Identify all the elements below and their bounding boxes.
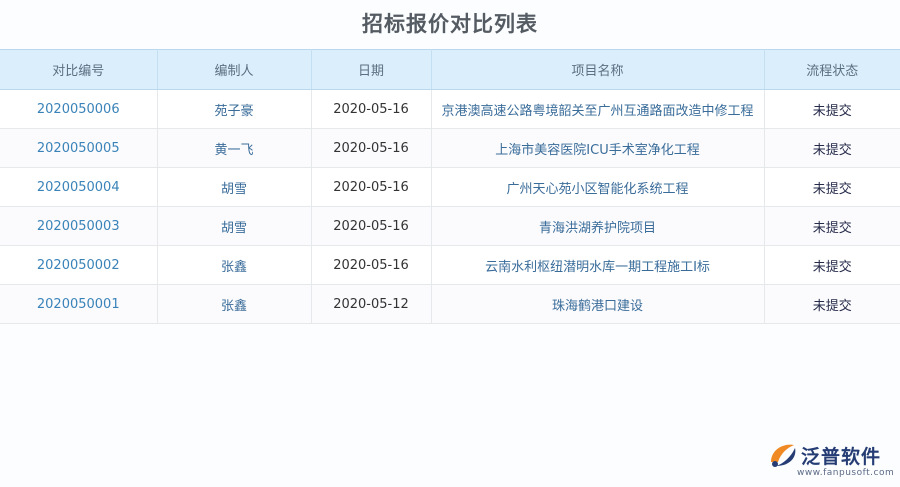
cell-date: 2020-05-16	[311, 128, 432, 168]
cell-project: 云南水利枢纽潜明水库一期工程施工I标	[431, 245, 765, 285]
column-header-status[interactable]: 流程状态	[764, 49, 900, 90]
cell-date: 2020-05-16	[311, 89, 432, 129]
cell-status: 未提交	[764, 89, 900, 129]
table-row[interactable]: 2020050006 苑子豪 2020-05-16 京港澳高速公路粤境韶关至广州…	[0, 89, 900, 129]
cell-project: 青海洪湖养护院项目	[431, 206, 765, 246]
cell-status: 未提交	[764, 206, 900, 246]
column-header-project[interactable]: 项目名称	[431, 49, 765, 90]
column-header-date[interactable]: 日期	[311, 49, 432, 90]
cell-person: 黄一飞	[157, 128, 312, 168]
cell-status: 未提交	[764, 167, 900, 207]
table-row[interactable]: 2020050003 胡雪 2020-05-16 青海洪湖养护院项目 未提交	[0, 206, 900, 246]
cell-date: 2020-05-16	[311, 245, 432, 285]
cell-project: 上海市美容医院ICU手术室净化工程	[431, 128, 765, 168]
cell-date: 2020-05-12	[311, 284, 432, 324]
cell-person: 张鑫	[157, 245, 312, 285]
cell-project: 珠海鹤港口建设	[431, 284, 765, 324]
cell-person: 张鑫	[157, 284, 312, 324]
cell-person: 胡雪	[157, 167, 312, 207]
table-header-row: 对比编号 编制人 日期 项目名称 流程状态	[0, 49, 900, 90]
cell-date: 2020-05-16	[311, 167, 432, 207]
brand-watermark: 泛普软件 www.fanpusoft.com	[767, 438, 895, 482]
brand-logo-icon	[771, 444, 796, 467]
cell-person: 胡雪	[157, 206, 312, 246]
cell-code[interactable]: 2020050006	[0, 89, 158, 129]
comparison-table: 对比编号 编制人 日期 项目名称 流程状态 2020050006 苑子豪 202…	[0, 49, 900, 324]
brand-name: 泛普软件	[801, 446, 882, 468]
cell-code[interactable]: 2020050005	[0, 128, 158, 168]
cell-status: 未提交	[764, 128, 900, 168]
cell-project: 京港澳高速公路粤境韶关至广州互通路面改造中修工程	[431, 89, 765, 129]
cell-date: 2020-05-16	[311, 206, 432, 246]
table-row[interactable]: 2020050001 张鑫 2020-05-12 珠海鹤港口建设 未提交	[0, 284, 900, 324]
cell-code[interactable]: 2020050002	[0, 245, 158, 285]
page-title: 招标报价对比列表	[362, 12, 538, 36]
table-row[interactable]: 2020050004 胡雪 2020-05-16 广州天心苑小区智能化系统工程 …	[0, 167, 900, 207]
cell-code[interactable]: 2020050004	[0, 167, 158, 207]
column-header-code[interactable]: 对比编号	[0, 49, 158, 90]
cell-code[interactable]: 2020050003	[0, 206, 158, 246]
cell-person: 苑子豪	[157, 89, 312, 129]
cell-status: 未提交	[764, 284, 900, 324]
table-row[interactable]: 2020050002 张鑫 2020-05-16 云南水利枢纽潜明水库一期工程施…	[0, 245, 900, 285]
cell-project: 广州天心苑小区智能化系统工程	[431, 167, 765, 207]
cell-code[interactable]: 2020050001	[0, 284, 158, 324]
brand-url: www.fanpusoft.com	[797, 468, 895, 478]
table-row[interactable]: 2020050005 黄一飞 2020-05-16 上海市美容医院ICU手术室净…	[0, 128, 900, 168]
column-header-person[interactable]: 编制人	[157, 49, 312, 90]
cell-status: 未提交	[764, 245, 900, 285]
